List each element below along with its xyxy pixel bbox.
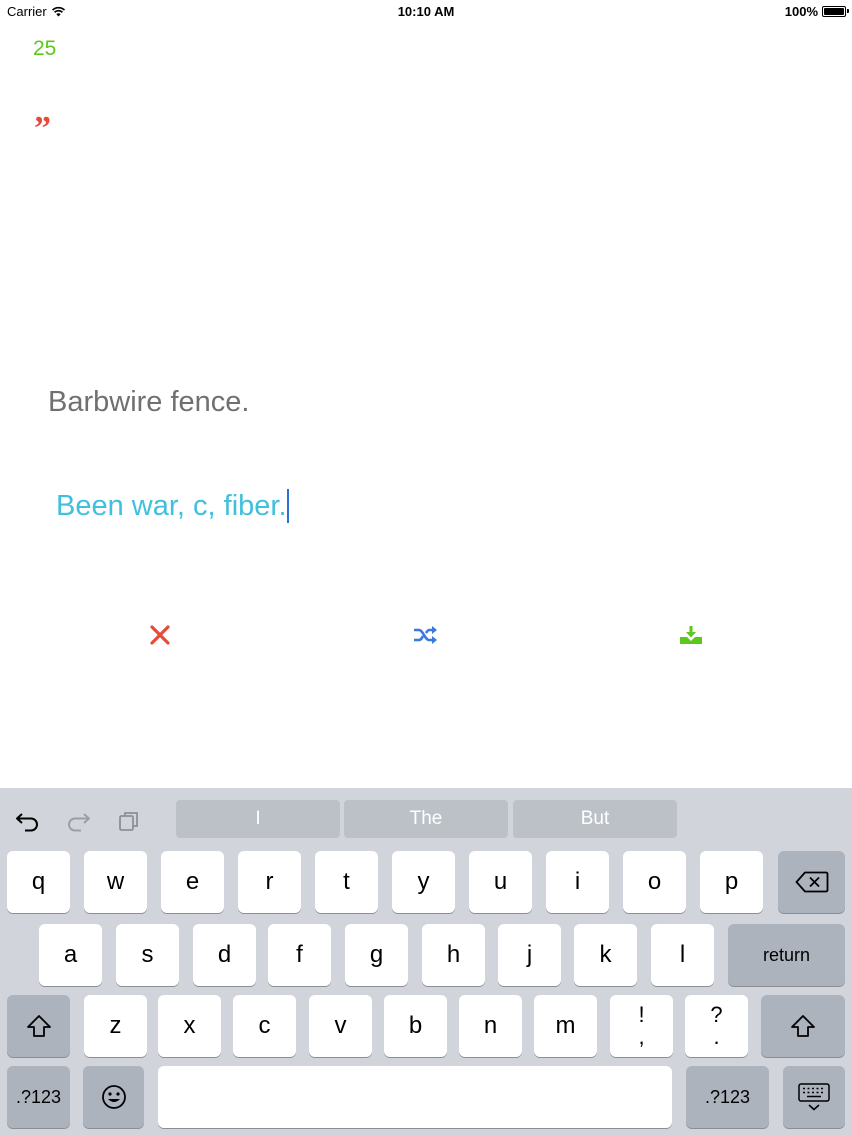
emoji-icon bbox=[101, 1085, 126, 1109]
key-d[interactable]: d bbox=[193, 924, 256, 986]
emoji-key[interactable] bbox=[83, 1066, 144, 1128]
key-h[interactable]: h bbox=[422, 924, 485, 986]
keyboard-shortcut-bar: I The But bbox=[0, 788, 852, 844]
key-m[interactable]: m bbox=[534, 995, 597, 1057]
redo-icon bbox=[68, 813, 90, 832]
backspace-icon bbox=[795, 871, 828, 893]
key-x[interactable]: x bbox=[158, 995, 221, 1057]
answer-input[interactable]: Been war, c, fiber. bbox=[56, 486, 756, 526]
prompt-text: Barbwire fence. bbox=[48, 386, 250, 418]
cancel-button[interactable] bbox=[143, 618, 177, 652]
keyboard-dismiss-icon bbox=[798, 1083, 830, 1111]
key-w[interactable]: w bbox=[84, 851, 147, 913]
key-exclaim-comma[interactable]: ! , bbox=[610, 995, 673, 1057]
answer-text: Been war, c, fiber. bbox=[56, 489, 287, 522]
quote-icon[interactable]: ” bbox=[34, 112, 51, 146]
key-a[interactable]: a bbox=[39, 924, 102, 986]
key-question-label: ? bbox=[710, 1002, 723, 1027]
battery-icon bbox=[822, 6, 849, 17]
key-i[interactable]: i bbox=[546, 851, 609, 913]
shift-icon bbox=[26, 1015, 51, 1037]
key-question-period[interactable]: ? . bbox=[685, 995, 748, 1057]
key-j[interactable]: j bbox=[498, 924, 561, 986]
key-e[interactable]: e bbox=[161, 851, 224, 913]
suggestion-3[interactable]: But bbox=[513, 800, 677, 838]
clock: 10:10 AM bbox=[397, 4, 455, 19]
key-f[interactable]: f bbox=[268, 924, 331, 986]
shift-key-left[interactable] bbox=[7, 995, 70, 1057]
key-n[interactable]: n bbox=[459, 995, 522, 1057]
key-b[interactable]: b bbox=[384, 995, 447, 1057]
numbers-key-right[interactable]: .?123 bbox=[686, 1066, 769, 1128]
undo-button[interactable] bbox=[13, 806, 43, 836]
key-p[interactable]: p bbox=[700, 851, 763, 913]
battery-percent: 100% bbox=[784, 4, 818, 19]
keyboard: I The But q w e r t y u i o p a s d f g … bbox=[0, 788, 852, 1136]
battery-group: 100% bbox=[784, 4, 849, 19]
key-t[interactable]: t bbox=[315, 851, 378, 913]
key-k[interactable]: k bbox=[574, 924, 637, 986]
return-key[interactable]: return bbox=[728, 924, 845, 986]
status-bar: Carrier 10:10 AM 100% bbox=[0, 0, 852, 24]
close-icon bbox=[150, 625, 170, 645]
suggestion-1[interactable]: I bbox=[176, 800, 340, 838]
download-icon bbox=[680, 626, 702, 644]
key-comma-label: , bbox=[638, 1024, 645, 1049]
key-r[interactable]: r bbox=[238, 851, 301, 913]
save-button[interactable] bbox=[674, 618, 708, 652]
key-c[interactable]: c bbox=[233, 995, 296, 1057]
key-s[interactable]: s bbox=[116, 924, 179, 986]
undo-icon bbox=[16, 813, 38, 832]
shuffle-button[interactable] bbox=[408, 618, 442, 652]
key-u[interactable]: u bbox=[469, 851, 532, 913]
key-l[interactable]: l bbox=[651, 924, 714, 986]
dismiss-keyboard-key[interactable] bbox=[783, 1066, 845, 1128]
key-y[interactable]: y bbox=[392, 851, 455, 913]
paste-button[interactable] bbox=[114, 806, 144, 836]
key-g[interactable]: g bbox=[345, 924, 408, 986]
shift-icon bbox=[791, 1015, 815, 1037]
shift-key-right[interactable] bbox=[761, 995, 845, 1057]
shuffle-icon bbox=[414, 626, 437, 644]
key-z[interactable]: z bbox=[84, 995, 147, 1057]
paste-icon bbox=[119, 812, 138, 831]
key-v[interactable]: v bbox=[309, 995, 372, 1057]
remaining-count: 25 bbox=[33, 37, 57, 60]
text-caret bbox=[286, 489, 289, 523]
suggestion-2[interactable]: The bbox=[344, 800, 508, 838]
redo-button[interactable] bbox=[63, 806, 93, 836]
space-key[interactable] bbox=[158, 1066, 672, 1128]
key-exclaim-label: ! bbox=[638, 1002, 645, 1027]
delete-key[interactable] bbox=[778, 851, 845, 913]
numbers-key-left[interactable]: .?123 bbox=[7, 1066, 70, 1128]
key-period-label: . bbox=[713, 1024, 720, 1049]
key-o[interactable]: o bbox=[623, 851, 686, 913]
key-q[interactable]: q bbox=[7, 851, 70, 913]
